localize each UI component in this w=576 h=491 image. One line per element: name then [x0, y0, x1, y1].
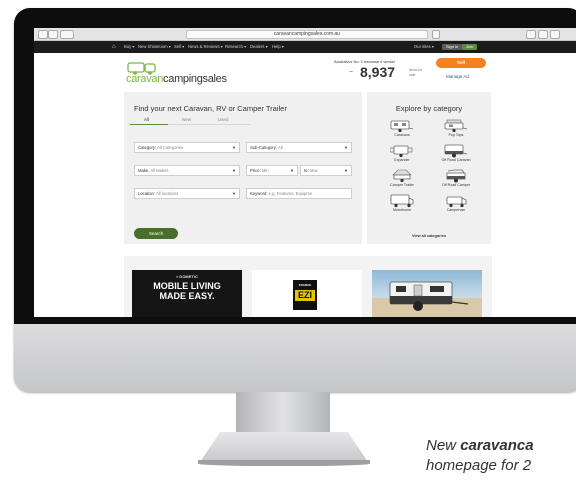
france-ezi-ad[interactable]: FRANCE EZI: [252, 270, 362, 317]
search-panel: Find your next Caravan, RV or Camper Tra…: [124, 92, 362, 244]
caption-line-2: homepage for 2: [426, 457, 532, 474]
category-camper-trailer[interactable]: Camper Trailer: [377, 169, 427, 191]
chevron-down-icon: ▼: [232, 168, 236, 173]
site-nav: ⌂ Buy ▾ New Showroom ▾ Sell ▾ News & Rev…: [34, 41, 576, 53]
dometic-headline-1: MOBILE LIVING: [153, 281, 221, 291]
monitor-stand-shadow: [198, 460, 370, 466]
back-button[interactable]: [38, 30, 48, 39]
category-off-road-caravan[interactable]: Off Road Caravan: [431, 144, 481, 166]
monitor-bezel: caravancampingsales.com.au ⌂ Buy ▾ New S…: [14, 8, 576, 324]
category-expander[interactable]: Expander: [377, 144, 427, 166]
search-button[interactable]: Search: [134, 228, 178, 239]
monitor-stand-foot: [200, 432, 368, 462]
screen: caravancampingsales.com.au ⌂ Buy ▾ New S…: [34, 28, 576, 317]
site-logo[interactable]: caravancampingsales: [126, 73, 227, 85]
explore-panel: Explore by category Caravans Pop Tops Ex…: [367, 92, 491, 244]
category-off-road-camper[interactable]: Off Road Camper: [431, 169, 481, 191]
keyword-input[interactable]: Keyword: e.g. Features, Equipme: [246, 188, 352, 199]
dometic-logo: ≈ DOMETIC: [176, 274, 198, 279]
listing-count: 8,937: [360, 64, 396, 80]
nav-item-research[interactable]: Research ▾: [225, 41, 246, 53]
forward-button[interactable]: [48, 30, 58, 39]
caption: New caravanca homepage for 2: [426, 437, 534, 474]
manage-ad-link[interactable]: Manage Ad: [446, 74, 469, 79]
sell-button[interactable]: Sell: [436, 58, 486, 68]
nav-item-new-showroom[interactable]: New Showroom ▾: [138, 41, 171, 53]
search-title: Find your next Caravan, RV or Camper Tra…: [134, 104, 287, 113]
nav-item-help[interactable]: Help ▾: [272, 41, 284, 53]
dometic-ad[interactable]: ≈ DOMETIC MOBILE LIVING MADE EASY.: [132, 270, 242, 317]
pop-top-icon: [444, 119, 468, 133]
sidebar-toggle-button[interactable]: [60, 30, 74, 39]
category-caravans[interactable]: Caravans: [377, 119, 427, 141]
france-ezi-logo: FRANCE EZI: [293, 280, 317, 310]
make-select[interactable]: Make: All Makes ▼: [134, 165, 240, 176]
home-icon[interactable]: ⌂: [112, 41, 116, 53]
tab-new[interactable]: New: [182, 117, 191, 122]
subcategory-select[interactable]: Sub-Category: All ▼: [246, 142, 352, 153]
motorhome-icon: [390, 194, 414, 208]
browser-toolbar: caravancampingsales.com.au: [34, 28, 576, 41]
dometic-headline-2: MADE EASY.: [159, 291, 215, 301]
logo-text-campingsales: campingsales: [163, 73, 227, 85]
expander-icon: [390, 145, 413, 158]
chevron-down-icon: ▼: [344, 168, 348, 173]
monitor: caravancampingsales.com.au ⌂ Buy ▾ New S…: [14, 8, 576, 392]
explore-title: Explore by category: [395, 104, 463, 113]
nav-item-news-reviews[interactable]: News & Reviews ▾: [188, 41, 223, 53]
join-button[interactable]: Join: [462, 44, 478, 50]
chevron-down-icon: ▼: [232, 191, 236, 196]
address-bar[interactable]: caravancampingsales.com.au: [186, 30, 428, 39]
category-select[interactable]: Category: All Categories ▼: [134, 142, 240, 153]
count-prefix: ~: [349, 69, 354, 76]
reader-icon[interactable]: [432, 30, 440, 39]
ads-strip: ≈ DOMETIC MOBILE LIVING MADE EASY. FRANC…: [124, 256, 492, 317]
tab-active-indicator: [130, 124, 168, 125]
caption-brand: caravanca: [460, 437, 534, 454]
view-all-categories-link[interactable]: View all categories: [367, 234, 491, 238]
off-road-camper-icon: [446, 169, 466, 183]
monitor-stand-neck: [236, 392, 330, 434]
price-max-select[interactable]: to: Max ▼: [300, 165, 352, 176]
nav-item-dealers[interactable]: Dealers ▾: [250, 41, 268, 53]
location-select[interactable]: Location: All locations ▼: [134, 188, 240, 199]
chevron-down-icon: ▼: [290, 168, 294, 173]
campervan-icon: [446, 196, 467, 208]
off-road-caravan-icon: [444, 144, 468, 158]
price-min-select[interactable]: Price: Min ▼: [246, 165, 298, 176]
new-tab-icon[interactable]: [550, 30, 560, 39]
tab-used[interactable]: Used: [218, 117, 229, 122]
category-pop-tops[interactable]: Pop Tops: [431, 119, 481, 141]
camper-trailer-icon: [392, 169, 412, 183]
caravan-photo-ad[interactable]: [372, 270, 482, 317]
tabs-icon[interactable]: [538, 30, 548, 39]
monitor-chin: [14, 324, 576, 392]
caravan-photo: [389, 281, 469, 311]
logo-text-caravan: caravan: [126, 73, 164, 85]
caravan-icon: [390, 120, 414, 133]
sign-in-button[interactable]: Sign in: [442, 44, 463, 50]
tab-all[interactable]: All: [144, 117, 149, 122]
chevron-down-icon: ▼: [344, 145, 348, 150]
nav-item-sell[interactable]: Sell ▾: [174, 41, 184, 53]
category-campervan[interactable]: Campervan: [431, 194, 481, 216]
category-motorhome[interactable]: Motorhome: [377, 194, 427, 216]
our-sites-menu[interactable]: Our sites ▾: [414, 41, 434, 53]
chevron-down-icon: ▼: [232, 145, 236, 150]
listing-count-label: items for sale: [409, 68, 423, 77]
nav-item-buy[interactable]: Buy ▾: [124, 41, 134, 53]
share-icon[interactable]: [526, 30, 536, 39]
